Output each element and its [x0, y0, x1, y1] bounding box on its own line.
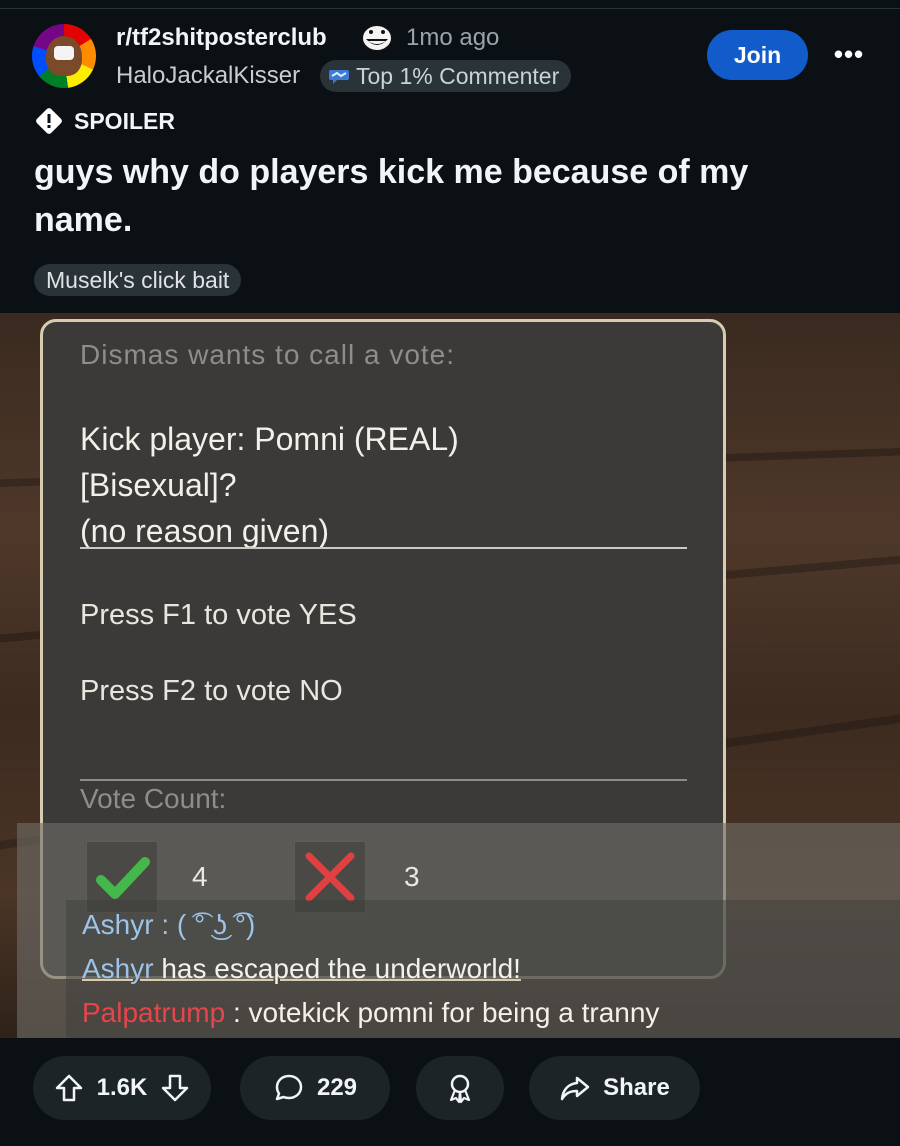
troll-face-icon [361, 24, 393, 52]
post-image[interactable]: Dismas wants to call a vote: Kick player… [0, 313, 900, 1038]
share-button[interactable]: Share [529, 1056, 700, 1120]
chat-line: Ashyr : ( ͡° ͜ʖ ͡°) [82, 909, 255, 941]
comment-count: 229 [316, 1074, 358, 1101]
top-divider [0, 8, 900, 9]
join-button[interactable]: Join [707, 30, 808, 80]
chat-separator: : [153, 909, 177, 940]
more-options-icon[interactable]: ••• [830, 40, 868, 68]
share-icon [560, 1076, 590, 1101]
vote-bar: 1.6K [33, 1056, 211, 1120]
chat-line: Ashyr has escaped the underworld! [82, 953, 521, 985]
post-flair[interactable]: Muselk's click bait [34, 264, 242, 296]
user-flair-label: Top 1% Commenter [356, 62, 560, 89]
chat-message: ( ͡° ͜ʖ ͡°) [176, 909, 256, 940]
yes-vote-count: 4 [192, 861, 208, 892]
chat-player-name: Ashyr [82, 953, 154, 984]
vote-yes-instruction: Press F1 to vote YES [80, 599, 357, 631]
spoiler-tag: SPOILER [34, 106, 175, 136]
vote-divider [80, 779, 687, 781]
commenter-badge-icon [329, 70, 349, 84]
subreddit-avatar[interactable] [32, 24, 96, 88]
kick-line: [Bisexual]? [80, 467, 237, 503]
vote-count: 1.6K [96, 1074, 148, 1101]
downvote-icon[interactable] [159, 1072, 191, 1104]
vote-no-instruction: Press F2 to vote NO [80, 675, 343, 707]
kick-text: Kick player: Pomni (REAL) [Bisexual]? (n… [80, 416, 700, 554]
comments-button[interactable]: 229 [240, 1056, 390, 1120]
author-username[interactable]: HaloJackalKisser [116, 62, 300, 90]
chat-message: has escaped the underworld! [161, 953, 521, 984]
share-label: Share [603, 1074, 670, 1101]
vote-count-label: Vote Count: [80, 783, 227, 814]
no-vote-count: 3 [404, 861, 420, 892]
warning-icon [36, 108, 62, 134]
vote-divider [80, 547, 687, 549]
chat-separator: : [225, 997, 249, 1028]
user-flair: Top 1% Commenter [320, 60, 572, 92]
chat-player-name: Ashyr [82, 909, 154, 940]
avatar-face [54, 46, 74, 60]
chat-line: Palpatrump : votekick pomni for being a … [82, 997, 659, 1029]
spoiler-label: SPOILER [74, 107, 175, 134]
award-icon [449, 1074, 471, 1104]
comment-icon [275, 1074, 303, 1101]
chat-message: votekick pomni for being a tranny [248, 997, 660, 1028]
subreddit-name[interactable]: r/tf2shitposterclub [116, 24, 327, 52]
vote-title: Dismas wants to call a vote: [80, 339, 456, 370]
chat-player-name: Palpatrump [82, 997, 226, 1028]
upvote-icon[interactable] [53, 1072, 85, 1104]
post-age: 1mo ago [406, 24, 500, 51]
kick-line: Kick player: Pomni (REAL) [80, 421, 459, 457]
award-button[interactable] [416, 1056, 504, 1120]
post-title[interactable]: guys why do players kick me because of m… [34, 148, 854, 244]
